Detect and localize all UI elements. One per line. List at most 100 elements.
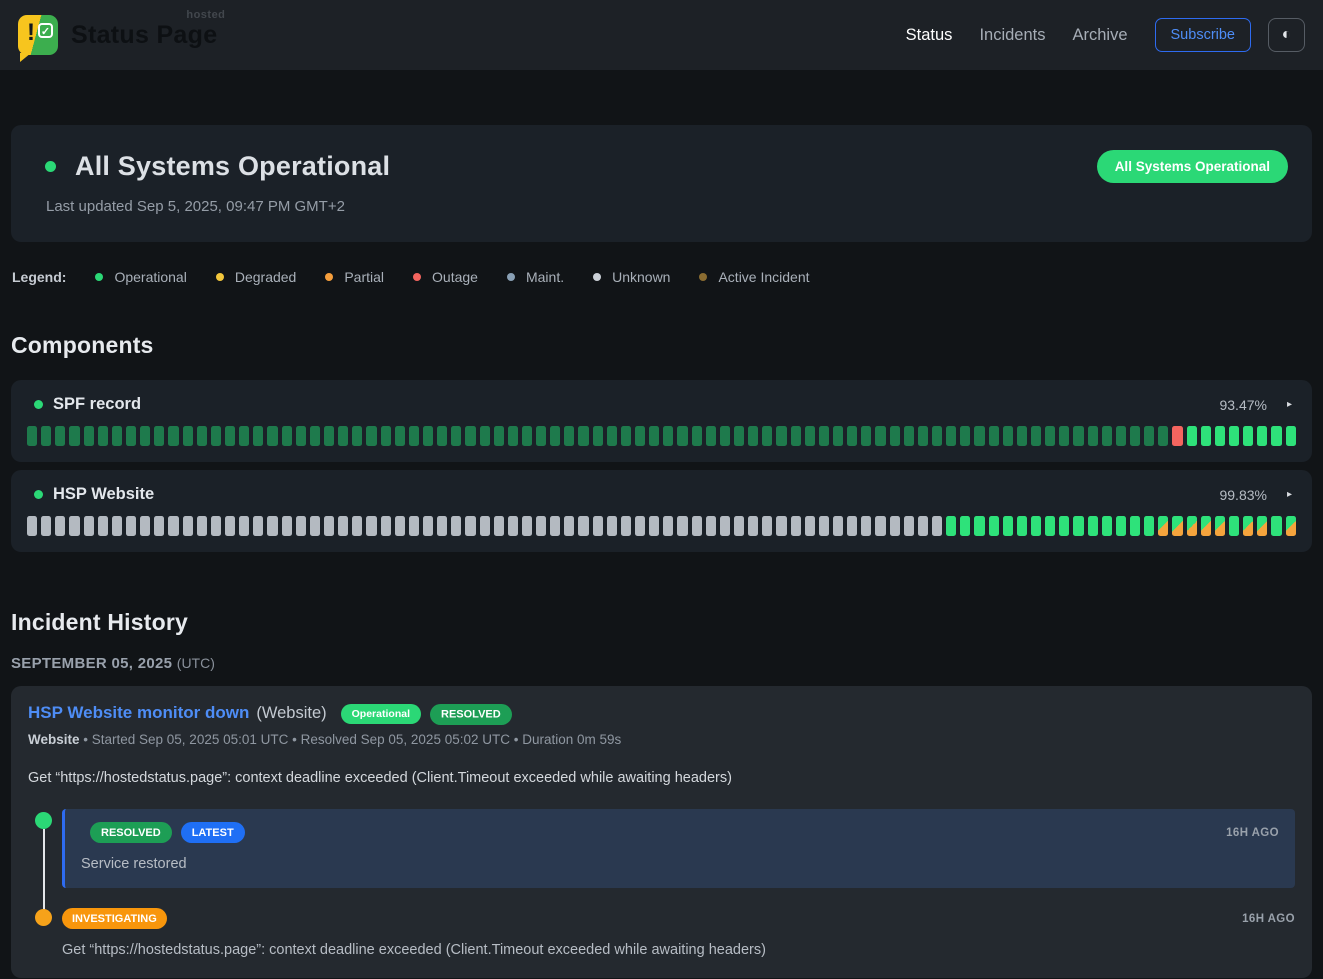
- legend-dot: [413, 273, 421, 281]
- uptime-bar: [974, 426, 984, 446]
- uptime-bar: [663, 426, 673, 446]
- uptime-bar: [352, 516, 362, 536]
- uptime-bar: [1088, 426, 1098, 446]
- uptime-bar: [494, 426, 504, 446]
- update-latest-badge: LATEST: [181, 822, 245, 843]
- legend-item-label: Partial: [344, 269, 384, 285]
- legend-item-label: Operational: [114, 269, 186, 285]
- uptime-bar: [1102, 516, 1112, 536]
- uptime-bar: [1286, 516, 1296, 536]
- uptime-bar: [480, 516, 490, 536]
- incident-description: Get “https://hostedstatus.page”: context…: [28, 770, 1295, 786]
- uptime-bar: [296, 426, 306, 446]
- uptime-bar: [465, 426, 475, 446]
- uptime-bar: [1229, 426, 1239, 446]
- component-header[interactable]: SPF record93.47%▸: [27, 395, 1296, 414]
- legend-item-label: Active Incident: [718, 269, 809, 285]
- uptime-bar: [989, 516, 999, 536]
- uptime-bar: [1116, 426, 1126, 446]
- uptime-bar: [55, 516, 65, 536]
- uptime-bar: [69, 516, 79, 536]
- legend-dot: [216, 273, 224, 281]
- theme-toggle-button[interactable]: ◐: [1268, 18, 1305, 52]
- uptime-bar: [41, 516, 51, 536]
- uptime-bar: [607, 516, 617, 536]
- component-expand-icon[interactable]: ▸: [1283, 399, 1296, 410]
- legend-item-degraded: Degraded: [216, 269, 297, 285]
- exclamation-icon: !: [27, 19, 35, 47]
- uptime-bar: [126, 516, 136, 536]
- uptime-bar: [27, 426, 37, 446]
- uptime-bar: [1215, 426, 1225, 446]
- component-expand-icon[interactable]: ▸: [1283, 489, 1296, 500]
- uptime-bar: [352, 426, 362, 446]
- uptime-bar: [366, 426, 376, 446]
- uptime-bar: [536, 516, 546, 536]
- nav-incidents[interactable]: Incidents: [979, 26, 1045, 45]
- uptime-bar: [578, 516, 588, 536]
- uptime-bar: [423, 426, 433, 446]
- subscribe-button[interactable]: Subscribe: [1155, 18, 1251, 52]
- uptime-bar: [1201, 516, 1211, 536]
- incident-meta-component: Website: [28, 732, 80, 747]
- legend-label: Legend:: [12, 269, 66, 285]
- uptime-bar: [1158, 516, 1168, 536]
- uptime-bar: [819, 516, 829, 536]
- timeline-dot: [35, 909, 52, 926]
- incident-timeline: RESOLVEDLATEST16H AGOService restoredINV…: [28, 809, 1295, 958]
- uptime-bar: [649, 426, 659, 446]
- uptime-bar: [875, 426, 885, 446]
- uptime-bar: [875, 516, 885, 536]
- nav-archive[interactable]: Archive: [1072, 26, 1127, 45]
- status-pill: All Systems Operational: [1097, 150, 1288, 183]
- uptime-bar: [1144, 516, 1154, 536]
- legend-item-maint-: Maint.: [507, 269, 564, 285]
- uptime-bar: [239, 516, 249, 536]
- utc-label: (UTC): [177, 655, 215, 671]
- uptime-bar: [1144, 426, 1154, 446]
- incident-badges: OperationalRESOLVED: [327, 704, 512, 722]
- timeline-update-content: RESOLVEDLATEST16H AGOService restored: [62, 809, 1295, 888]
- incident-operational-badge: Operational: [341, 704, 421, 724]
- timeline-update-header: RESOLVEDLATEST16H AGO: [81, 822, 1279, 843]
- uptime-bar: [861, 516, 871, 536]
- uptime-bar: [296, 516, 306, 536]
- uptime-bar: [578, 426, 588, 446]
- uptime-bar: [126, 426, 136, 446]
- uptime-bar: [593, 516, 603, 536]
- uptime-bar: [338, 516, 348, 536]
- legend-item-label: Unknown: [612, 269, 670, 285]
- uptime-bar: [946, 426, 956, 446]
- main-content: All Systems Operational All Systems Oper…: [0, 125, 1323, 978]
- incident-title-link[interactable]: HSP Website monitor down: [28, 703, 249, 723]
- page-status-title: All Systems Operational: [75, 151, 390, 182]
- uptime-bar: [1215, 516, 1225, 536]
- uptime-bar: [1172, 516, 1182, 536]
- timeline-dot: [35, 812, 52, 829]
- legend-item-label: Degraded: [235, 269, 297, 285]
- brand-logo-icon[interactable]: ! ✓: [18, 15, 58, 55]
- component-uptime: 99.83%: [1219, 487, 1266, 503]
- uptime-bar: [324, 426, 334, 446]
- component-header[interactable]: HSP Website99.83%▸: [27, 485, 1296, 504]
- uptime-bar: [1059, 426, 1069, 446]
- uptime-bar: [282, 516, 292, 536]
- incident-history-title: Incident History: [11, 609, 1312, 636]
- uptime-bar: [776, 516, 786, 536]
- uptime-bar: [833, 516, 843, 536]
- component-card: SPF record93.47%▸: [11, 380, 1312, 462]
- uptime-bar: [621, 426, 631, 446]
- component-name: SPF record: [53, 395, 141, 414]
- uptime-bar: [847, 426, 857, 446]
- uptime-bar: [974, 516, 984, 536]
- uptime-bar: [550, 516, 560, 536]
- uptime-bar: [1243, 426, 1253, 446]
- uptime-bar: [550, 426, 560, 446]
- nav-status[interactable]: Status: [906, 26, 953, 45]
- uptime-bar: [1243, 516, 1253, 536]
- uptime-bar: [1201, 426, 1211, 446]
- uptime-bar: [904, 426, 914, 446]
- uptime-bar: [1187, 516, 1197, 536]
- uptime-bar: [1003, 426, 1013, 446]
- uptime-bar: [663, 516, 673, 536]
